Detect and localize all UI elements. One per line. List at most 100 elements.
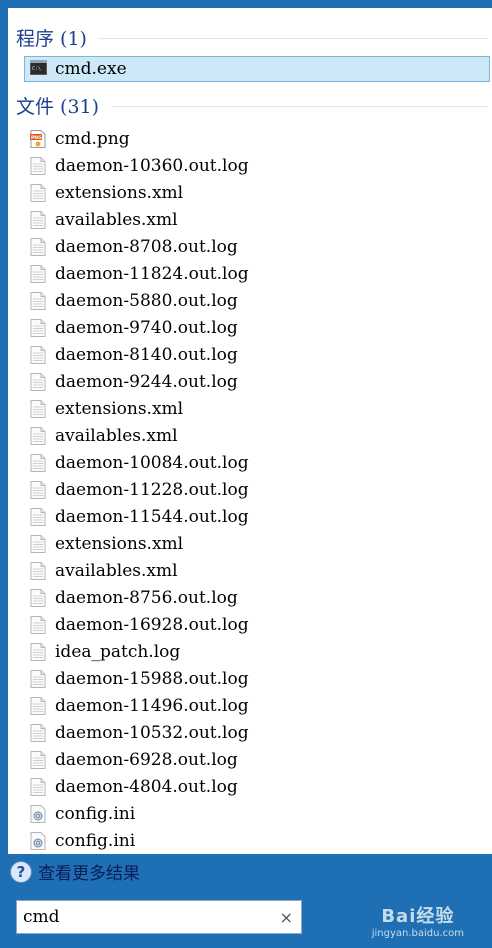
file-result-label: config.ini bbox=[55, 803, 136, 824]
file-result-item[interactable]: daemon-11228.out.log bbox=[24, 476, 490, 503]
svg-text:PNG: PNG bbox=[31, 135, 42, 141]
file-result-label: idea_patch.log bbox=[55, 641, 181, 662]
files-header-label: 文件 (31) bbox=[16, 95, 100, 118]
file-result-item[interactable]: config.ini bbox=[24, 800, 490, 827]
watermark-sub: jingyan.baidu.com bbox=[371, 928, 464, 939]
file-result-item[interactable]: availables.xml bbox=[24, 206, 490, 233]
programs-header-divider bbox=[98, 37, 488, 39]
file-result-label: daemon-10084.out.log bbox=[55, 452, 249, 473]
text-file-icon bbox=[30, 588, 46, 607]
file-result-item[interactable]: daemon-8140.out.log bbox=[24, 341, 490, 368]
text-file-icon bbox=[30, 237, 46, 256]
file-result-item[interactable]: daemon-10360.out.log bbox=[24, 152, 490, 179]
text-file-icon bbox=[30, 372, 46, 391]
file-result-label: daemon-8708.out.log bbox=[55, 236, 238, 257]
programs-section-header: 程序 (1) bbox=[16, 24, 488, 50]
text-file-icon bbox=[30, 534, 46, 553]
help-question-icon: ? bbox=[10, 860, 32, 883]
file-result-label: daemon-10532.out.log bbox=[55, 722, 249, 743]
file-result-label: daemon-15988.out.log bbox=[55, 668, 249, 689]
text-file-icon bbox=[30, 642, 46, 661]
file-result-label: daemon-11544.out.log bbox=[55, 506, 249, 527]
file-result-item[interactable]: daemon-9740.out.log bbox=[24, 314, 490, 341]
svg-text:C:\: C:\ bbox=[32, 66, 41, 72]
text-file-icon bbox=[30, 345, 46, 364]
file-result-item[interactable]: idea_patch.log bbox=[24, 638, 490, 665]
program-result-label: cmd.exe bbox=[55, 59, 127, 79]
file-result-label: cmd.png bbox=[55, 128, 130, 149]
file-result-label: daemon-5880.out.log bbox=[55, 290, 238, 311]
file-result-label: daemon-6928.out.log bbox=[55, 749, 238, 770]
text-file-icon bbox=[30, 750, 46, 769]
program-result-cmd[interactable]: C:\ cmd.exe bbox=[24, 56, 490, 82]
text-file-icon bbox=[30, 696, 46, 715]
text-file-icon bbox=[30, 183, 46, 202]
file-result-item[interactable]: availables.xml bbox=[24, 557, 490, 584]
file-result-item[interactable]: daemon-8708.out.log bbox=[24, 233, 490, 260]
file-result-item[interactable]: daemon-5880.out.log bbox=[24, 287, 490, 314]
text-file-icon bbox=[30, 561, 46, 580]
file-result-item[interactable]: daemon-11824.out.log bbox=[24, 260, 490, 287]
file-result-label: extensions.xml bbox=[55, 533, 184, 554]
file-results-list: PNG cmd.png daemon-10360.out.log extensions… bbox=[24, 125, 490, 854]
search-bottom-bar: ? 查看更多结果 × Bai经验 jingyan.baidu.com bbox=[0, 854, 492, 948]
file-result-label: availables.xml bbox=[55, 425, 178, 446]
start-search-results-panel: 程序 (1) C:\ cmd.exe 文件 (31) PNG cmd.png dae… bbox=[8, 8, 492, 854]
file-result-item[interactable]: daemon-11544.out.log bbox=[24, 503, 490, 530]
file-result-label: daemon-8756.out.log bbox=[55, 587, 238, 608]
file-result-item[interactable]: extensions.xml bbox=[24, 530, 490, 557]
text-file-icon bbox=[30, 723, 46, 742]
files-section-header: 文件 (31) bbox=[16, 92, 488, 118]
file-result-label: daemon-10360.out.log bbox=[55, 155, 249, 176]
file-result-item[interactable]: availables.xml bbox=[24, 422, 490, 449]
file-result-label: daemon-11228.out.log bbox=[55, 479, 249, 500]
file-result-item[interactable]: daemon-10084.out.log bbox=[24, 449, 490, 476]
file-result-item[interactable]: daemon-10532.out.log bbox=[24, 719, 490, 746]
text-file-icon bbox=[30, 399, 46, 418]
text-file-icon bbox=[30, 453, 46, 472]
file-result-item[interactable]: daemon-4804.out.log bbox=[24, 773, 490, 800]
file-result-label: daemon-9244.out.log bbox=[55, 371, 238, 392]
file-result-item[interactable]: daemon-16928.out.log bbox=[24, 611, 490, 638]
config-file-icon bbox=[30, 804, 46, 823]
search-box[interactable]: × bbox=[16, 900, 302, 934]
console-app-icon: C:\ bbox=[30, 60, 47, 78]
text-file-icon bbox=[30, 507, 46, 526]
file-result-item[interactable]: daemon-11496.out.log bbox=[24, 692, 490, 719]
file-result-label: daemon-4804.out.log bbox=[55, 776, 238, 797]
watermark-main: Bai经验 bbox=[381, 906, 455, 927]
file-result-item[interactable]: daemon-9244.out.log bbox=[24, 368, 490, 395]
text-file-icon bbox=[30, 264, 46, 283]
png-file-icon: PNG bbox=[30, 129, 46, 148]
files-header-divider bbox=[111, 105, 488, 107]
file-result-item[interactable]: extensions.xml bbox=[24, 395, 490, 422]
text-file-icon bbox=[30, 777, 46, 796]
file-result-label: daemon-11824.out.log bbox=[55, 263, 249, 284]
text-file-icon bbox=[30, 426, 46, 445]
text-file-icon bbox=[30, 291, 46, 310]
file-result-item[interactable]: extensions.xml bbox=[24, 179, 490, 206]
file-result-item[interactable]: PNG cmd.png bbox=[24, 125, 490, 152]
text-file-icon bbox=[30, 669, 46, 688]
see-more-results-link[interactable]: ? 查看更多结果 bbox=[10, 859, 140, 884]
text-file-icon bbox=[30, 318, 46, 337]
file-result-label: availables.xml bbox=[55, 209, 178, 230]
file-result-item[interactable]: daemon-8756.out.log bbox=[24, 584, 490, 611]
text-file-icon bbox=[30, 210, 46, 229]
file-result-label: extensions.xml bbox=[55, 398, 184, 419]
file-result-item[interactable]: daemon-6928.out.log bbox=[24, 746, 490, 773]
baidu-jingyan-watermark: Bai经验 jingyan.baidu.com bbox=[372, 902, 464, 939]
search-input[interactable] bbox=[23, 907, 263, 927]
file-result-label: daemon-9740.out.log bbox=[55, 317, 238, 338]
file-result-label: extensions.xml bbox=[55, 182, 184, 203]
file-result-item[interactable]: daemon-15988.out.log bbox=[24, 665, 490, 692]
config-file-icon bbox=[30, 831, 46, 850]
file-result-label: availables.xml bbox=[55, 560, 178, 581]
see-more-results-label: 查看更多结果 bbox=[38, 864, 140, 884]
clear-search-icon[interactable]: × bbox=[280, 908, 293, 927]
programs-header-label: 程序 (1) bbox=[16, 27, 87, 50]
file-result-label: daemon-16928.out.log bbox=[55, 614, 249, 635]
text-file-icon bbox=[30, 615, 46, 634]
file-result-label: daemon-11496.out.log bbox=[55, 695, 249, 716]
file-result-item[interactable]: config.ini bbox=[24, 827, 490, 854]
